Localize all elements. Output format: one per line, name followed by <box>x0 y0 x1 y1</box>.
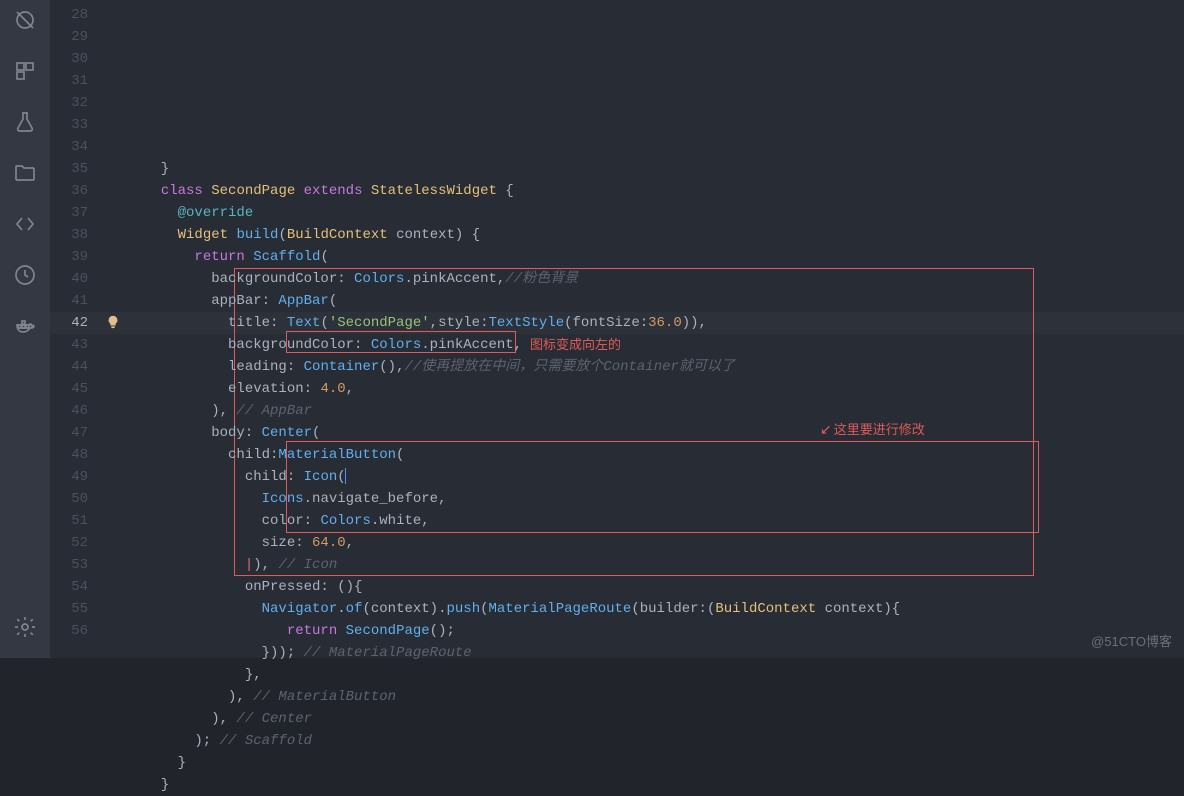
code-line[interactable]: backgroundColor: Colors.pinkAccent, <box>144 334 1184 356</box>
line-number: 29 <box>50 26 88 48</box>
line-number: 44 <box>50 356 88 378</box>
debug-icon[interactable] <box>13 8 37 37</box>
code-line[interactable]: } <box>144 752 1184 774</box>
folder-icon[interactable] <box>13 161 37 190</box>
code-line[interactable]: Icons.navigate_before, <box>144 488 1184 510</box>
extensions-icon[interactable] <box>13 59 37 88</box>
line-number: 45 <box>50 378 88 400</box>
line-number: 40 <box>50 268 88 290</box>
line-number: 46 <box>50 400 88 422</box>
line-number: 38 <box>50 224 88 246</box>
code-line[interactable]: elevation: 4.0, <box>144 378 1184 400</box>
code-line[interactable]: }, <box>144 664 1184 686</box>
line-number: 52 <box>50 532 88 554</box>
code-line[interactable]: })); // MaterialPageRoute <box>144 642 1184 664</box>
line-number-gutter: 2829303132333435363738394041424344454647… <box>50 0 106 658</box>
code-line[interactable]: color: Colors.white, <box>144 510 1184 532</box>
code-line[interactable]: onPressed: (){ <box>144 576 1184 598</box>
line-number: 56 <box>50 620 88 642</box>
code-line[interactable]: title: Text('SecondPage',style:TextStyle… <box>144 312 1184 334</box>
line-number: 51 <box>50 510 88 532</box>
clock-icon[interactable] <box>13 263 37 292</box>
line-number: 53 <box>50 554 88 576</box>
line-number: 39 <box>50 246 88 268</box>
line-number: 43 <box>50 334 88 356</box>
code-line[interactable]: body: Center( <box>144 422 1184 444</box>
code-line[interactable]: appBar: AppBar( <box>144 290 1184 312</box>
line-number: 42 <box>50 312 88 334</box>
code-line[interactable]: Navigator.of(context).push(MaterialPageR… <box>144 598 1184 620</box>
line-number: 36 <box>50 180 88 202</box>
line-number: 35 <box>50 158 88 180</box>
code-line[interactable]: ), // AppBar <box>144 400 1184 422</box>
code-area[interactable]: 图标变成向左的 ↙这里要进行修改 } class SecondPage exte… <box>106 0 1184 658</box>
line-number: 31 <box>50 70 88 92</box>
watermark: @51CTO博客 <box>1091 631 1172 650</box>
code-line[interactable]: @override <box>144 202 1184 224</box>
line-number: 48 <box>50 444 88 466</box>
code-line[interactable]: |), // Icon <box>144 554 1184 576</box>
code-line[interactable]: return SecondPage(); <box>144 620 1184 642</box>
line-number: 54 <box>50 576 88 598</box>
line-number: 37 <box>50 202 88 224</box>
line-number: 28 <box>50 4 88 26</box>
line-number: 30 <box>50 48 88 70</box>
brackets-icon[interactable] <box>13 212 37 241</box>
code-line[interactable]: ); // Scaffold <box>144 730 1184 752</box>
code-line[interactable]: class SecondPage extends StatelessWidget… <box>144 180 1184 202</box>
gear-icon[interactable] <box>13 615 37 644</box>
line-number: 32 <box>50 92 88 114</box>
code-line[interactable]: ), // MaterialButton <box>144 686 1184 708</box>
code-line[interactable]: Widget build(BuildContext context) { <box>144 224 1184 246</box>
line-number: 33 <box>50 114 88 136</box>
code-line[interactable]: } <box>144 774 1184 796</box>
docker-icon[interactable] <box>13 314 37 343</box>
flask-icon[interactable] <box>13 110 37 139</box>
code-line[interactable]: return Scaffold( <box>144 246 1184 268</box>
line-number: 50 <box>50 488 88 510</box>
code-line[interactable]: ), // Center <box>144 708 1184 730</box>
code-line[interactable]: backgroundColor: Colors.pinkAccent,//粉色背… <box>144 268 1184 290</box>
code-editor[interactable]: 2829303132333435363738394041424344454647… <box>50 0 1184 658</box>
code-line[interactable]: child:MaterialButton( <box>144 444 1184 466</box>
line-number: 47 <box>50 422 88 444</box>
code-line[interactable]: leading: Container(),//使再提放在中间，只需要放个Cont… <box>144 356 1184 378</box>
line-number: 41 <box>50 290 88 312</box>
code-line[interactable]: child: Icon( <box>144 466 1184 488</box>
line-number: 49 <box>50 466 88 488</box>
code-line[interactable]: size: 64.0, <box>144 532 1184 554</box>
code-line[interactable]: } <box>144 158 1184 180</box>
line-number: 55 <box>50 598 88 620</box>
line-number: 34 <box>50 136 88 158</box>
activity-bar <box>0 0 50 658</box>
